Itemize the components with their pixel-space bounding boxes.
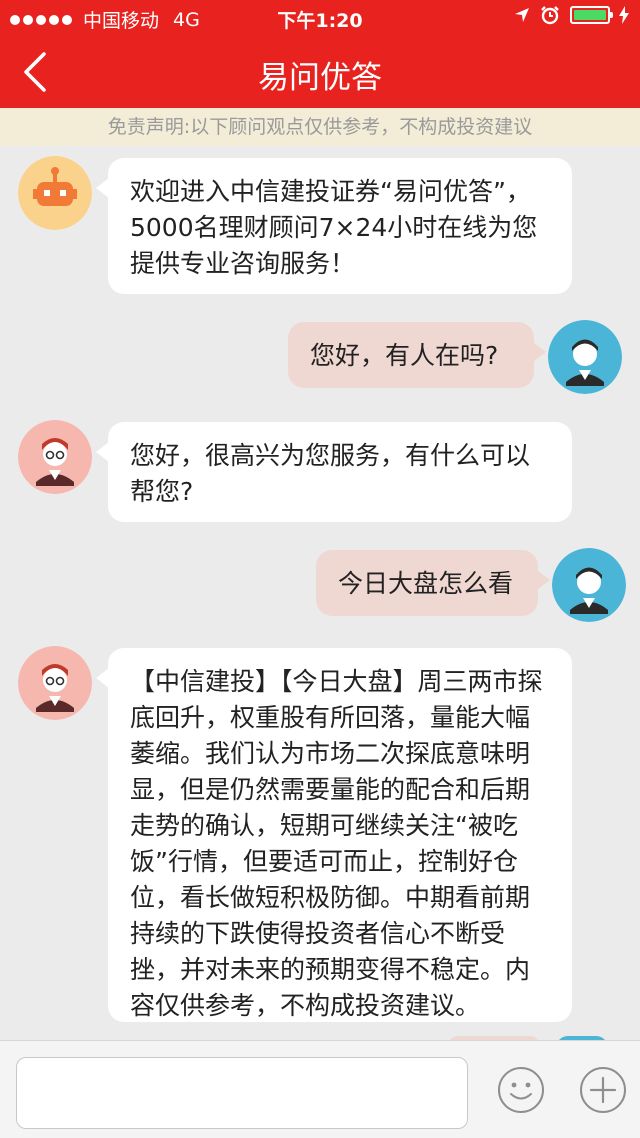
message-input[interactable] bbox=[16, 1057, 468, 1129]
message-bubble-robot: 欢迎进入中信建投证券“易问优答”，5000名理财顾问7×24小时在线为您提供专业… bbox=[96, 158, 572, 294]
advisor-person-icon bbox=[18, 420, 92, 494]
advisor-avatar bbox=[18, 420, 92, 494]
user-avatar bbox=[548, 320, 622, 394]
robot-avatar bbox=[18, 156, 92, 230]
message-bubble-advisor: 【中信建投】【今日大盘】周三两市探底回升，权重股有所回落，量能大幅萎缩。我们认为… bbox=[96, 648, 572, 1022]
page-title: 易问优答 bbox=[258, 60, 382, 96]
advisor-person-icon bbox=[18, 646, 92, 720]
battery-icon bbox=[570, 6, 613, 24]
disclaimer-banner: 免责声明:以下顾问观点仅供参考，不构成投资建议 bbox=[0, 108, 640, 146]
nav-bar: 易问优答 bbox=[0, 36, 640, 108]
user-avatar bbox=[552, 548, 626, 622]
plus-circle-icon bbox=[580, 1067, 626, 1113]
status-bar: 中国移动 4G 下午1:20 bbox=[0, 0, 640, 36]
user-person-icon bbox=[552, 548, 626, 622]
advisor-avatar bbox=[18, 646, 92, 720]
status-right bbox=[514, 5, 630, 25]
chat-input-bar bbox=[0, 1040, 640, 1138]
message-bubble-advisor: 您好，很高兴为您服务，有什么可以帮您? bbox=[96, 422, 572, 522]
message-bubble-user: 您好，有人在吗? bbox=[288, 322, 546, 388]
location-arrow-icon bbox=[515, 8, 529, 22]
smiley-icon bbox=[498, 1067, 544, 1113]
message-bubble-user: 今日大盘怎么看 bbox=[316, 550, 550, 616]
alarm-clock-icon bbox=[541, 6, 559, 25]
charging-bolt-icon bbox=[619, 6, 629, 24]
emoji-button[interactable] bbox=[496, 1065, 546, 1115]
more-options-button[interactable] bbox=[578, 1065, 628, 1115]
robot-icon bbox=[18, 156, 92, 230]
user-person-icon bbox=[548, 320, 622, 394]
